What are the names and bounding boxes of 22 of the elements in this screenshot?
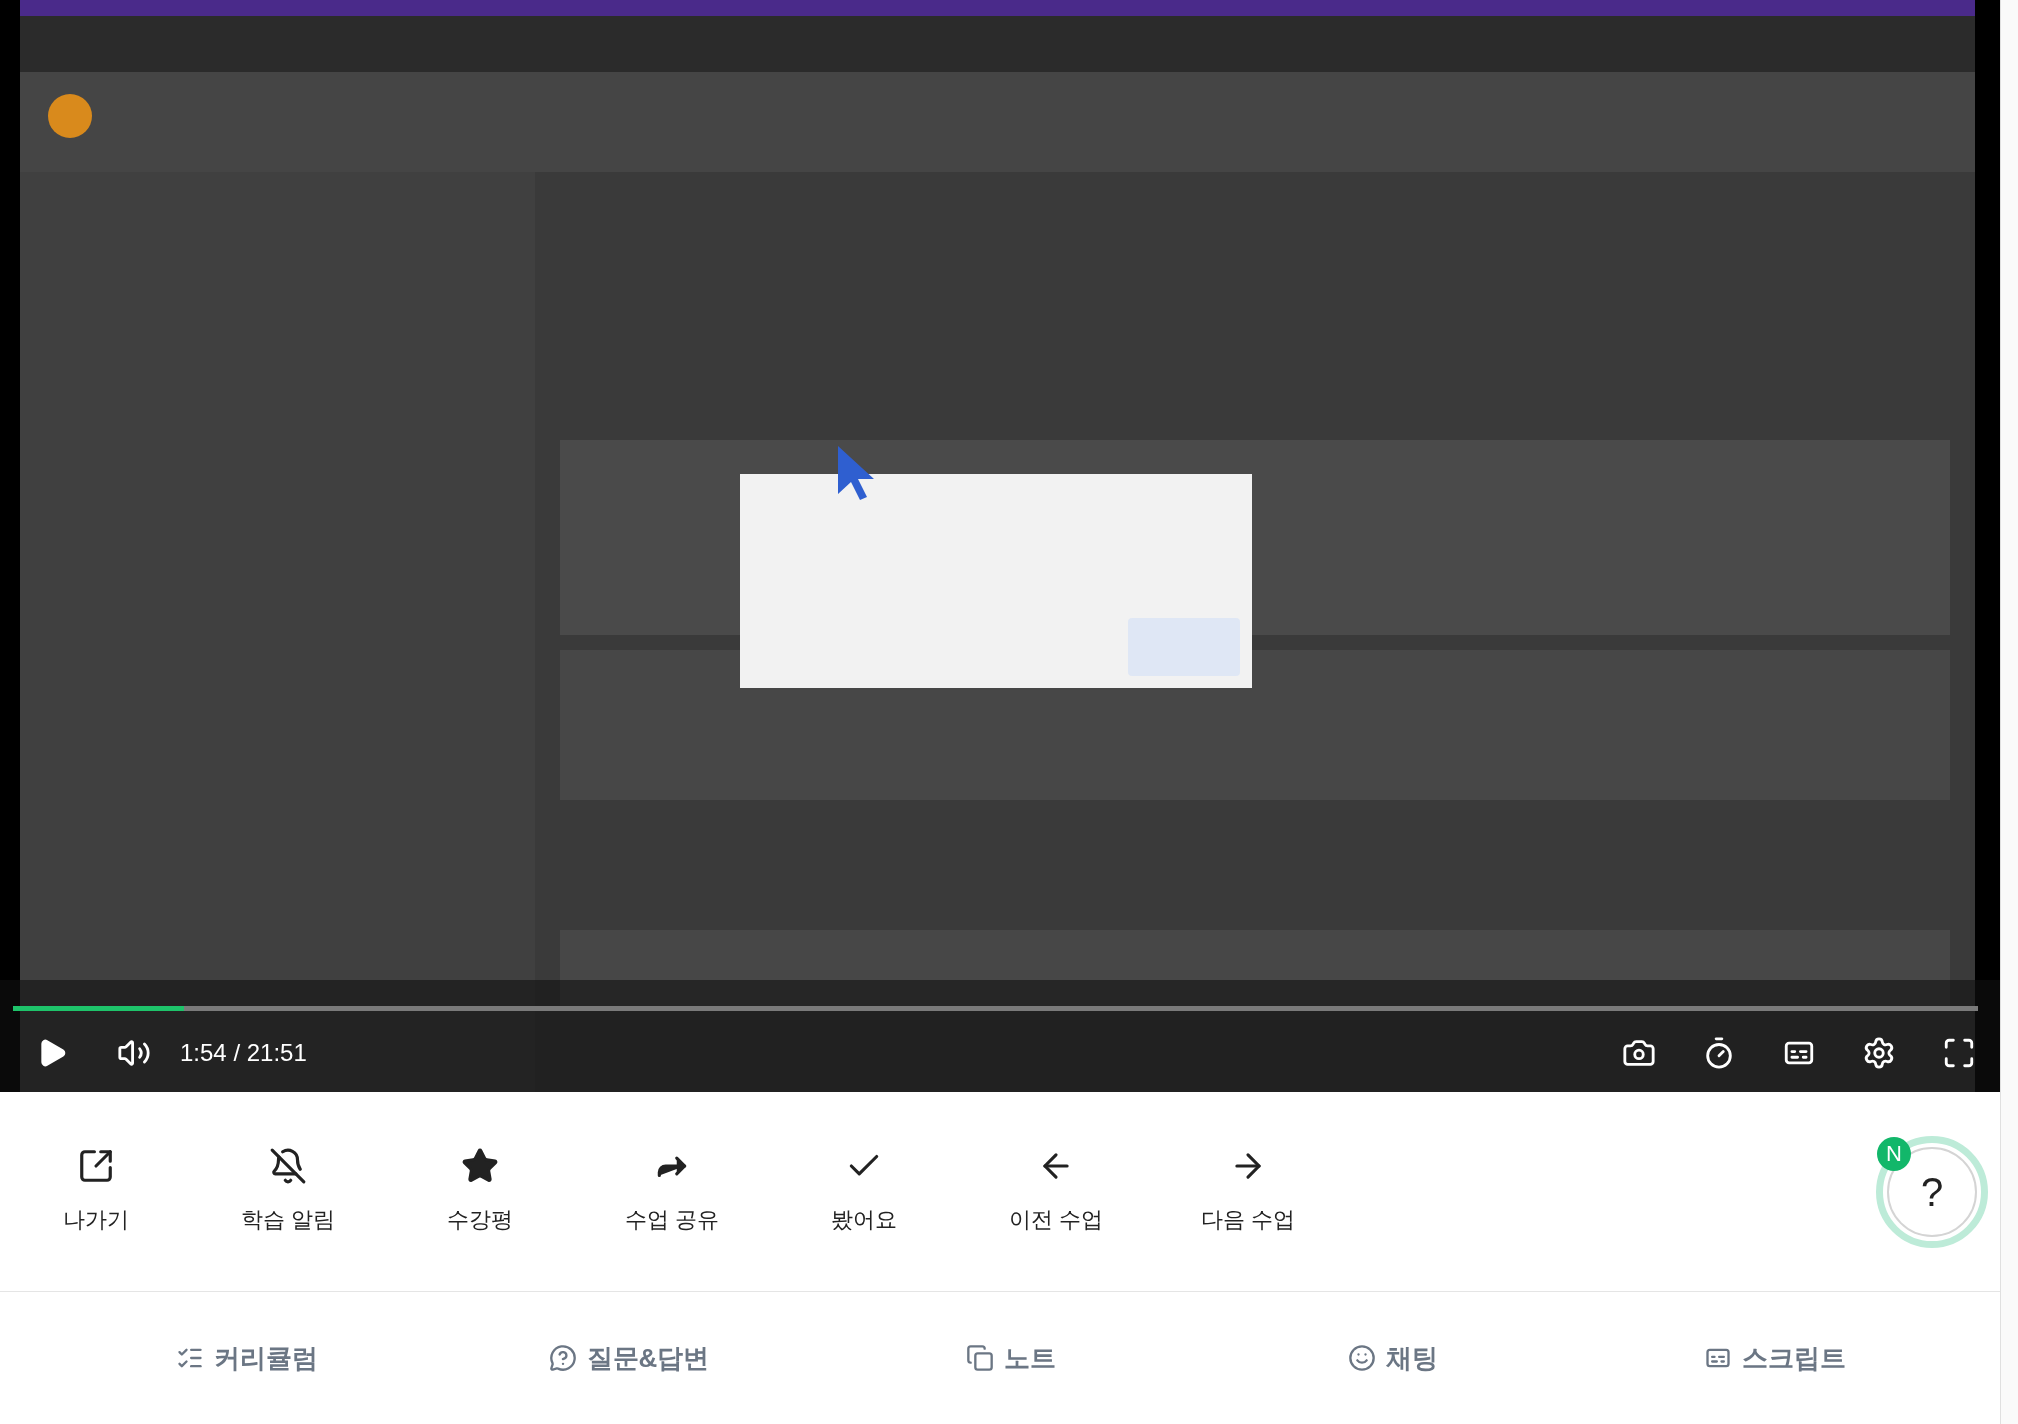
notification-badge: N [1877,1136,1911,1171]
time-display: 1:54 / 21:51 [180,1038,307,1068]
action-button[interactable]: 봤어요 [768,1147,960,1236]
tab[interactable]: 채팅 [1348,1338,1438,1378]
progress-track[interactable] [13,1006,1978,1011]
action-button[interactable]: 나가기 [0,1147,192,1236]
tab[interactable]: 질문&답변 [548,1338,710,1378]
external-link-icon [77,1147,115,1185]
tab[interactable]: 노트 [966,1338,1056,1378]
copy-icon [966,1344,994,1372]
question-bubble-icon [548,1344,577,1372]
star-icon [461,1147,499,1185]
tab[interactable]: 스크립트 [1704,1338,1846,1378]
tab[interactable]: 커리큘럼 [176,1338,318,1378]
bell-off-icon [269,1147,307,1185]
action-button[interactable]: 다음 수업 [1152,1147,1344,1236]
smile-icon [1348,1344,1376,1372]
scrollbar[interactable] [2000,0,2018,1424]
action-button[interactable]: 학습 알림 [192,1147,384,1236]
action-button[interactable]: 수업 공유 [576,1147,768,1236]
action-button[interactable]: 이전 수업 [960,1147,1152,1236]
action-button[interactable]: 수강평 [384,1147,576,1236]
